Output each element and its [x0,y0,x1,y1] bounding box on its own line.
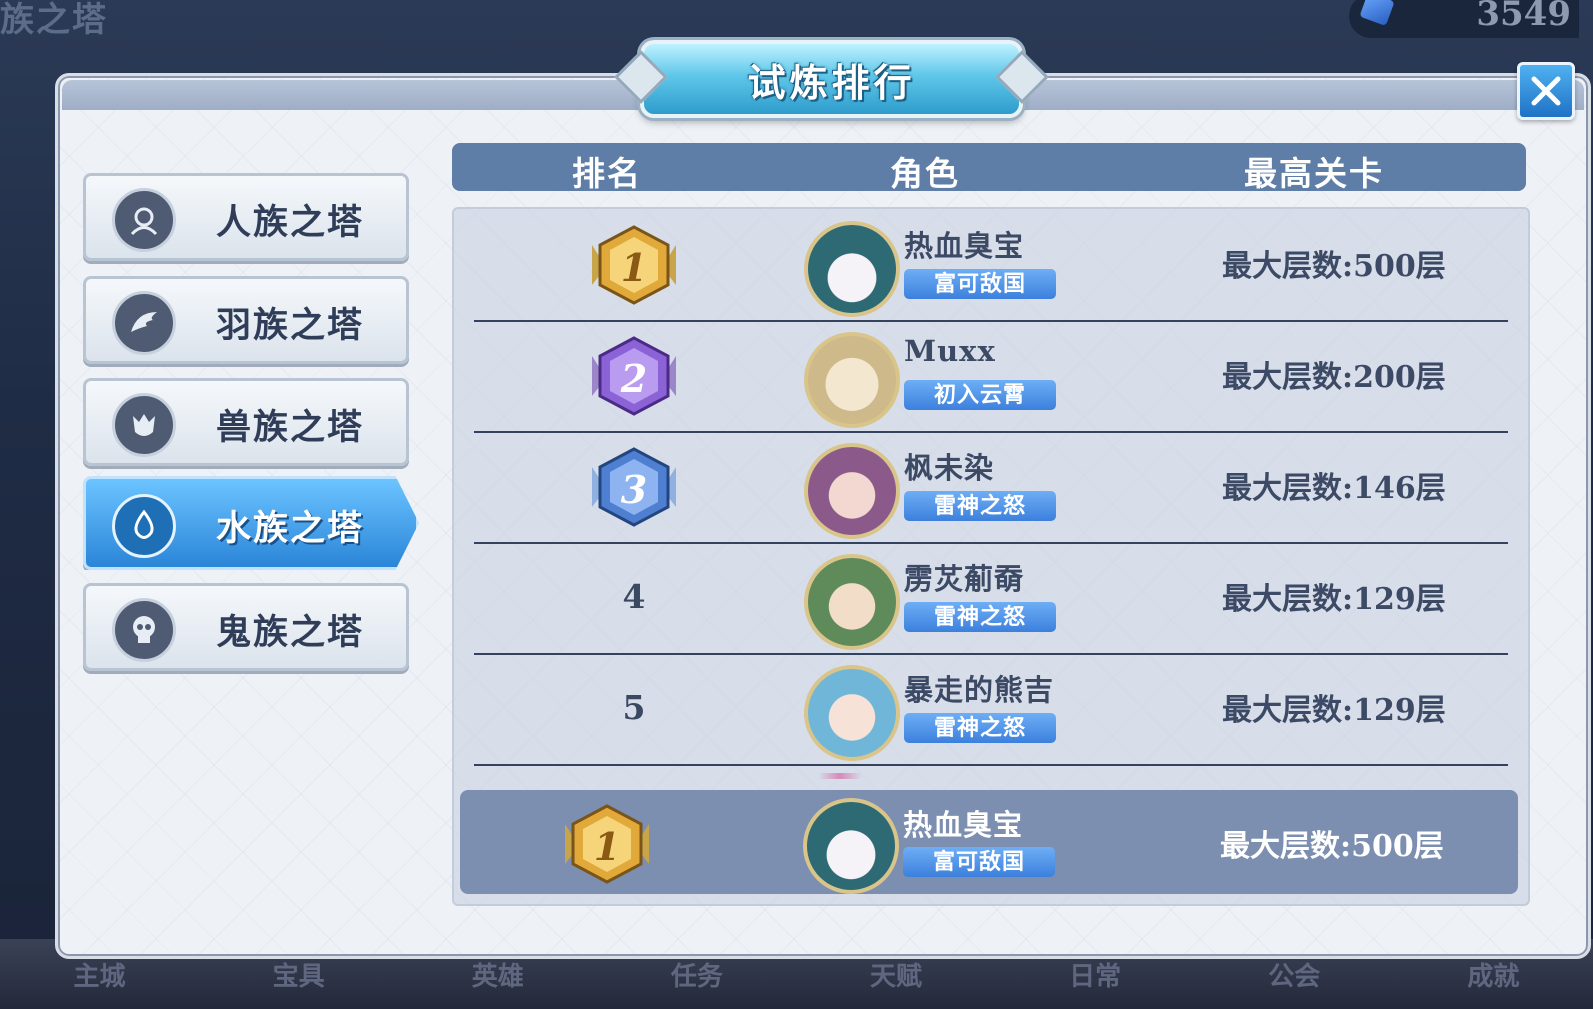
tab-human-tower[interactable]: 人族之塔 [83,173,409,261]
close-button[interactable] [1517,62,1575,120]
player-title-badge: 雷神之怒 [904,713,1056,743]
rank-1-medal-icon: 1 [565,804,649,884]
table-row[interactable]: 5 暴走的熊吉 雷神之怒 最大层数:129层 [474,653,1508,766]
player-name: 暴走的熊吉 [904,673,1055,707]
my-max-floor-value: 最大层数:500层 [1220,829,1444,864]
player-name: 枫未染 [904,451,995,485]
player-title-badge: 雷神之怒 [904,602,1056,632]
rank-3-medal-icon: 3 [592,447,676,527]
table-row[interactable]: 2 Muxx 初入云霄 最大层数:200层 [474,320,1508,433]
tab-water-tower[interactable]: 水族之塔 [83,476,419,570]
background-screen-title: 族之塔 [0,0,108,40]
medal-rank-number: 1 [621,245,647,290]
player-title-badge: 富可敌国 [904,269,1056,299]
nav-item[interactable]: 日常 [1069,956,1121,993]
tab-ghost-tower[interactable]: 鬼族之塔 [83,583,409,671]
panel-title: 试炼排行 [747,59,916,105]
rank-1-medal-icon: 1 [592,225,676,305]
nav-item[interactable]: 主城 [74,956,126,993]
tab-label: 水族之塔 [216,508,365,549]
player-name: Muxx [904,334,996,368]
panel-title-plate: 试炼排行 [640,40,1023,118]
tab-label: 人族之塔 [216,202,365,243]
player-title-badge: 雷神之怒 [904,491,1056,521]
medal-rank-number: 1 [594,824,620,869]
nav-item[interactable]: 天赋 [870,956,922,993]
nav-item[interactable]: 宝具 [273,956,325,993]
max-floor-value: 最大层数:129层 [1222,693,1446,728]
max-floor-value: 最大层数:129层 [1222,582,1446,617]
player-avatar[interactable] [803,798,899,894]
tab-label: 兽族之塔 [216,407,365,448]
rank-2-medal-icon: 2 [592,336,676,416]
nav-item[interactable]: 成就 [1467,956,1519,993]
tab-wing-tower[interactable]: 羽族之塔 [83,276,409,364]
tab-beast-tower[interactable]: 兽族之塔 [83,378,409,466]
tab-label: 羽族之塔 [216,305,365,346]
player-avatar[interactable] [804,332,900,428]
table-row[interactable]: 4 雳炗葪奣 雷神之怒 最大层数:129层 [474,542,1508,655]
nav-item[interactable]: 任务 [671,956,723,993]
player-name: 雳炗葪奣 [904,562,1025,596]
tab-label: 鬼族之塔 [216,612,365,653]
table-row[interactable]: 1 热血臭宝 富可敌国 最大层数:500层 [474,209,1508,322]
rank-number: 5 [622,688,646,727]
header-rank: 排名 [572,154,642,193]
beast-emblem-icon [112,393,176,457]
gem-icon [1359,0,1395,27]
rank-number: 4 [622,577,646,616]
currency-value: 3549 [1476,0,1571,34]
skull-emblem-icon [112,598,176,662]
player-avatar[interactable] [804,665,900,761]
water-emblem-icon [112,494,176,558]
human-emblem-icon [112,188,176,252]
header-role: 角色 [890,154,960,193]
header-max-stage: 最高关卡 [1244,154,1384,193]
my-player-title-badge: 富可敌国 [903,847,1055,877]
player-avatar[interactable] [804,221,900,317]
close-icon [1531,76,1561,106]
nav-item[interactable]: 英雄 [472,956,524,993]
player-title-badge: 初入云霄 [904,380,1056,410]
player-avatar[interactable] [804,443,900,539]
wing-emblem-icon [112,291,176,355]
max-floor-value: 最大层数:146层 [1222,471,1446,506]
player-avatar[interactable] [804,554,900,650]
player-name: 热血臭宝 [904,229,1025,263]
medal-rank-number: 2 [620,356,647,401]
divider-ornament [818,773,862,779]
medal-rank-number: 3 [621,467,647,512]
currency-display: 3549 [1349,0,1579,38]
max-floor-value: 最大层数:200层 [1222,360,1446,395]
nav-item[interactable]: 公会 [1268,956,1320,993]
my-player-name: 热血臭宝 [903,808,1024,842]
table-header: 排名 角色 最高关卡 [452,143,1526,193]
table-row[interactable]: 3 枫未染 雷神之怒 最大层数:146层 [474,431,1508,544]
max-floor-value: 最大层数:500层 [1222,249,1446,284]
my-rank-row: 1 热血臭宝 富可敌国 最大层数:500层 [460,790,1518,894]
